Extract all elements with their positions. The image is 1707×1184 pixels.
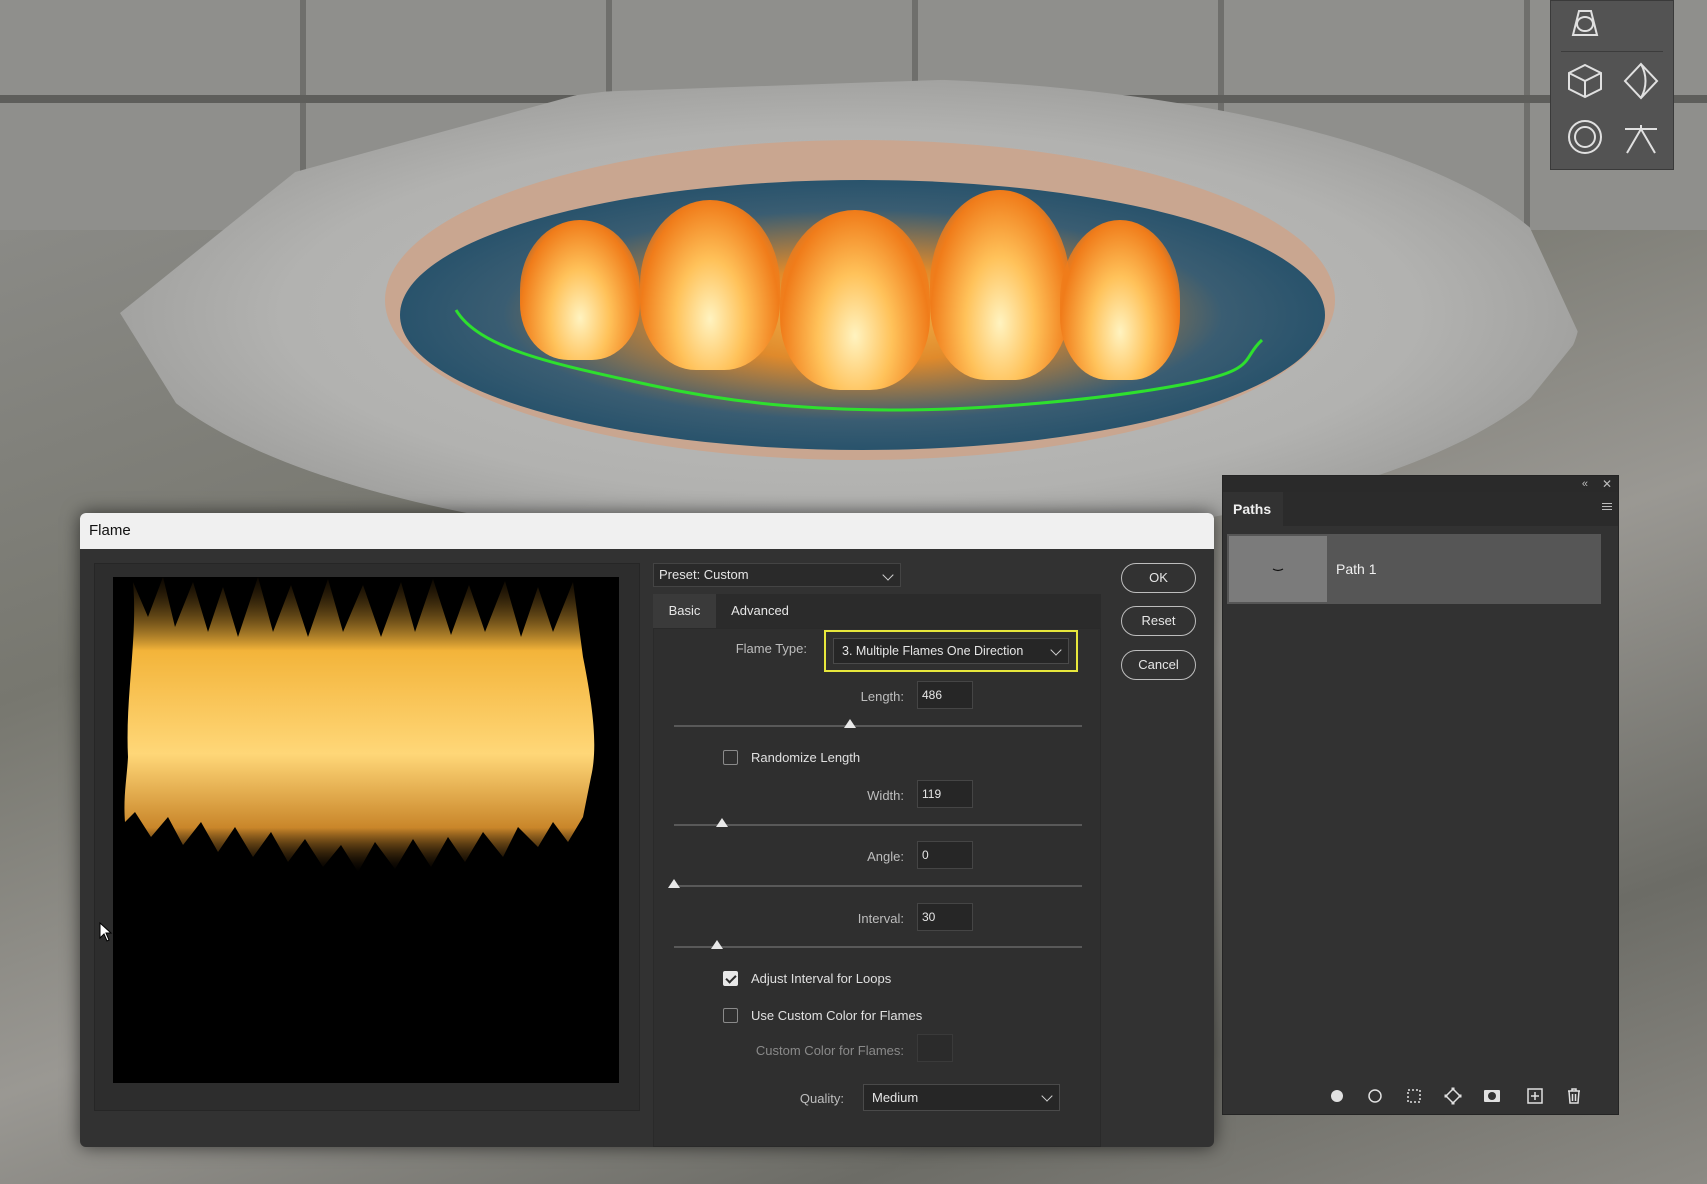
quality-label: Quality:	[799, 1091, 844, 1106]
interval-slider-track[interactable]	[674, 946, 1082, 948]
use-custom-color-checkbox[interactable]	[723, 1008, 738, 1023]
delete-path-icon[interactable]	[1565, 1087, 1583, 1105]
angle-slider-track[interactable]	[674, 885, 1082, 887]
length-slider-thumb[interactable]	[844, 719, 856, 728]
paths-panel: « ✕ Paths Path 1	[1222, 475, 1619, 1115]
chevron-down-icon	[882, 569, 894, 581]
panel-menu-icon[interactable]	[1602, 503, 1612, 510]
tab-basic[interactable]: Basic	[653, 594, 716, 628]
stroke-path-icon[interactable]	[1366, 1087, 1384, 1105]
reset-button[interactable]: Reset	[1121, 606, 1196, 636]
chevron-down-icon	[1041, 1090, 1053, 1102]
close-panel-icon[interactable]: ✕	[1602, 476, 1612, 492]
width-slider-track[interactable]	[674, 824, 1082, 826]
randomize-length-label: Randomize Length	[751, 750, 861, 765]
length-slider-track[interactable]	[674, 725, 1082, 727]
tabs-bar: Basic Advanced	[653, 594, 1101, 628]
paths-tab-bar: Paths	[1223, 492, 1618, 526]
make-work-path-icon[interactable]	[1444, 1087, 1462, 1105]
length-input[interactable]: 486	[917, 681, 973, 709]
tab-paths[interactable]: Paths	[1223, 492, 1283, 526]
flame-type-value: 3. Multiple Flames One Direction	[842, 644, 1024, 658]
work-path-stroke	[454, 309, 1264, 412]
angle-input[interactable]: 0	[917, 841, 973, 869]
new-path-icon[interactable]	[1526, 1087, 1544, 1105]
flame-type-label: Flame Type:	[735, 641, 807, 656]
panel-header-bar: « ✕	[1223, 476, 1618, 492]
length-label: Length:	[860, 689, 904, 704]
flame-dialog: Flame Preset: Custom Basic Advanced Flam…	[80, 513, 1214, 1147]
dialog-title: Flame	[80, 513, 1214, 549]
flame-preview	[113, 577, 619, 1083]
path-name: Path 1	[1336, 561, 1377, 577]
use-custom-color-label: Use Custom Color for Flames	[751, 1008, 923, 1023]
width-input[interactable]: 119	[917, 780, 973, 808]
diamond-warp-icon[interactable]	[1619, 59, 1663, 103]
basic-tab-content: Flame Type: 3. Multiple Flames One Direc…	[653, 628, 1101, 1147]
angle-label: Angle:	[867, 849, 904, 864]
width-slider-thumb[interactable]	[716, 818, 728, 827]
flame-settings: Preset: Custom Basic Advanced Flame Type…	[653, 563, 1101, 1147]
collapse-panel-icon[interactable]: «	[1582, 476, 1588, 492]
interval-label: Interval:	[857, 911, 904, 926]
add-mask-icon[interactable]	[1483, 1087, 1501, 1105]
paths-bottom-toolbar	[1223, 1078, 1618, 1114]
ok-button[interactable]: OK	[1121, 563, 1196, 593]
tab-advanced[interactable]: Advanced	[716, 594, 804, 628]
preset-label: Preset: Custom	[659, 567, 749, 582]
adjust-interval-label: Adjust Interval for Loops	[751, 971, 892, 986]
custom-color-label: Custom Color for Flames:	[755, 1043, 904, 1058]
umbrella-warp-icon[interactable]	[1619, 115, 1663, 159]
perspective-icon[interactable]	[1563, 1, 1607, 45]
cube-icon[interactable]	[1563, 59, 1607, 103]
width-label: Width:	[867, 788, 904, 803]
custom-color-swatch	[917, 1034, 953, 1062]
interval-input[interactable]: 30	[917, 903, 973, 931]
path-row-path-1[interactable]: Path 1	[1227, 534, 1601, 604]
sphere-icon[interactable]	[1563, 115, 1607, 159]
adjust-interval-checkbox[interactable]	[723, 971, 738, 986]
path-thumbnail	[1229, 536, 1327, 602]
interval-slider-thumb[interactable]	[711, 940, 723, 949]
randomize-length-checkbox[interactable]	[723, 750, 738, 765]
chevron-down-icon	[1050, 644, 1062, 656]
flame-type-dropdown[interactable]: 3. Multiple Flames One Direction	[833, 638, 1069, 664]
cancel-button[interactable]: Cancel	[1121, 650, 1196, 680]
tool-panel-divider	[1561, 51, 1663, 52]
mouse-cursor-icon	[99, 922, 113, 942]
load-selection-icon[interactable]	[1405, 1087, 1423, 1105]
quality-value: Medium	[872, 1090, 919, 1105]
fill-path-icon[interactable]	[1328, 1087, 1346, 1105]
warp-tool-panel	[1550, 0, 1674, 170]
quality-dropdown[interactable]: Medium	[863, 1084, 1060, 1111]
preset-dropdown[interactable]: Preset: Custom	[653, 563, 901, 587]
angle-slider-thumb[interactable]	[668, 879, 680, 888]
